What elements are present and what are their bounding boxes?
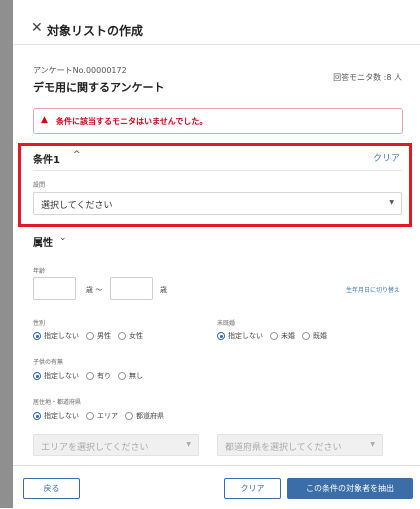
survey-number: アンケートNo.00000172 (33, 66, 127, 75)
backdrop-strip (0, 0, 13, 508)
marital-option-married[interactable]: 既婚 (302, 331, 327, 341)
area-select[interactable]: エリアを選択してください ▼ (33, 434, 199, 456)
children-label: 子供の有無 (33, 359, 64, 366)
marital-label: 未既婚 (217, 320, 236, 327)
attributes-title[interactable]: 属性 (33, 234, 53, 249)
marital-option-none[interactable]: 指定しない (217, 331, 263, 341)
prefecture-select[interactable]: 都道府県を選択してください ▼ (217, 434, 383, 456)
age-to-input[interactable] (110, 277, 153, 300)
respondent-count: 回答モニタ数 :8 人 (333, 73, 402, 82)
residence-option-area[interactable]: エリア (86, 411, 118, 421)
chevron-down-icon[interactable]: ⌄ (59, 233, 67, 243)
panel-footer: 戻る クリア この条件の対象者を抽出 (13, 465, 420, 509)
caret-down-icon: ▼ (186, 441, 191, 448)
radio-icon (270, 332, 278, 340)
age-to-unit: 歳 (160, 286, 167, 294)
children-option-none[interactable]: 指定しない (33, 371, 79, 381)
gender-option-male[interactable]: 男性 (86, 331, 111, 341)
gender-option-female[interactable]: 女性 (118, 331, 143, 341)
alert-message: 条件に該当するモニタはいませんでした。 (56, 117, 208, 126)
residence-radio-group: 指定しない エリア 都道府県 (33, 411, 164, 421)
marital-radio-group: 指定しない 未婚 既婚 (217, 331, 327, 341)
radio-icon (86, 372, 94, 380)
gender-radio-group: 指定しない 男性 女性 (33, 331, 143, 341)
question-select[interactable]: 選択してください ▼ (33, 192, 402, 215)
gender-label: 性別 (33, 320, 46, 327)
radio-icon (118, 332, 126, 340)
residence-label: 居住地・都道府県 (33, 399, 82, 406)
question-label: 設問 (33, 182, 46, 189)
gender-option-none[interactable]: 指定しない (33, 331, 79, 341)
chevron-up-icon[interactable]: ^ (73, 150, 81, 160)
panel-header: ✕ 対象リストの作成 (13, 0, 420, 45)
question-select-value: 選択してください (41, 201, 113, 211)
panel-title: 対象リストの作成 (47, 24, 144, 38)
radio-icon (86, 412, 94, 420)
close-icon[interactable]: ✕ (31, 21, 45, 35)
condition-title[interactable]: 条件1 (33, 151, 60, 166)
prefecture-select-value: 都道府県を選択してください (225, 443, 342, 453)
radio-checked-icon (33, 412, 41, 420)
caret-down-icon: ▼ (370, 441, 375, 448)
age-from-input[interactable] (33, 277, 76, 300)
age-label: 年齢 (33, 268, 46, 275)
survey-name: デモ用に関するアンケート (33, 81, 165, 94)
age-from-unit: 歳 〜 (86, 286, 103, 294)
radio-icon (302, 332, 310, 340)
children-option-no[interactable]: 無し (118, 371, 143, 381)
caret-down-icon: ▼ (389, 199, 394, 206)
create-target-list-panel: ✕ 対象リストの作成 アンケートNo.00000172 デモ用に関するアンケート… (13, 0, 420, 509)
no-match-alert: ▲ 条件に該当するモニタはいませんでした。 (33, 108, 403, 134)
radio-icon (86, 332, 94, 340)
radio-icon (125, 412, 133, 420)
marital-option-single[interactable]: 未婚 (270, 331, 295, 341)
children-option-yes[interactable]: 有り (86, 371, 111, 381)
children-radio-group: 指定しない 有り 無し (33, 371, 143, 381)
radio-icon (118, 372, 126, 380)
residence-option-prefecture[interactable]: 都道府県 (125, 411, 164, 421)
warning-icon: ▲ (41, 115, 48, 125)
extract-targets-button[interactable]: この条件の対象者を抽出 (287, 478, 413, 499)
area-select-value: エリアを選択してください (41, 443, 149, 453)
radio-checked-icon (33, 332, 41, 340)
residence-option-none[interactable]: 指定しない (33, 411, 79, 421)
radio-checked-icon (33, 372, 41, 380)
condition-clear-link[interactable]: クリア (373, 151, 400, 164)
radio-checked-icon (217, 332, 225, 340)
back-button[interactable]: 戻る (23, 478, 80, 499)
clear-button[interactable]: クリア (224, 478, 281, 499)
condition-divider (33, 170, 402, 171)
switch-to-birthday-link[interactable]: 生年月日に切り替え (346, 285, 400, 294)
